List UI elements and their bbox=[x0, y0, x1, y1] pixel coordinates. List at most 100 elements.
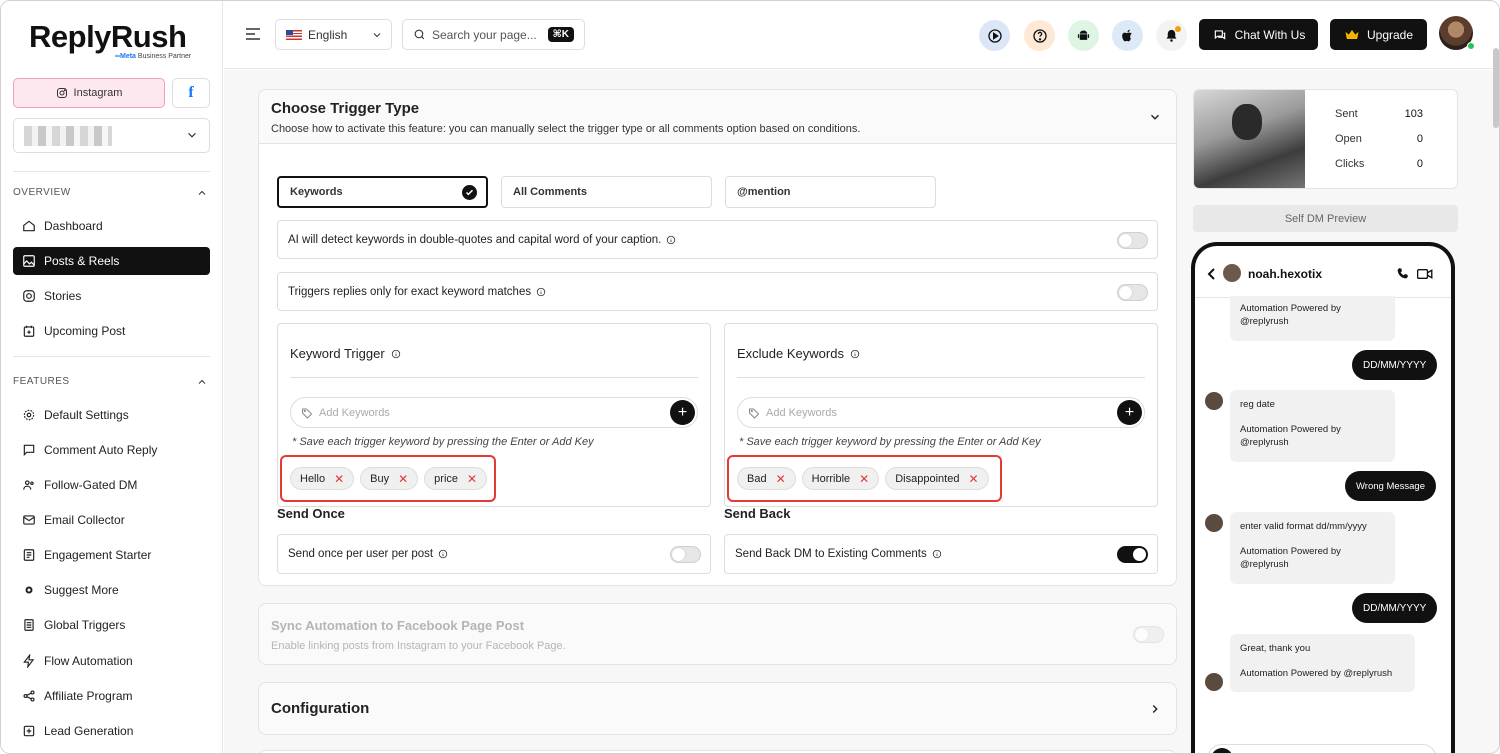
instagram-icon bbox=[23, 290, 35, 302]
sync-toggle[interactable] bbox=[1133, 626, 1164, 643]
configuration-card[interactable]: Configuration bbox=[258, 682, 1177, 735]
mail-icon bbox=[23, 515, 35, 525]
features-section-label: FEATURES bbox=[13, 376, 70, 387]
exact-match-toggle[interactable] bbox=[1117, 284, 1148, 301]
add-exclude-keyword-button[interactable]: + bbox=[1117, 400, 1142, 425]
exclude-keywords-placeholder: Add Keywords bbox=[766, 406, 837, 419]
sidebar-item-posts-reels[interactable]: Posts & Reels bbox=[13, 247, 210, 275]
info-icon[interactable] bbox=[850, 349, 860, 359]
play-tutorial-button[interactable] bbox=[979, 20, 1010, 51]
sidebar-item-flow-automation[interactable]: Flow Automation bbox=[13, 647, 210, 675]
divider bbox=[737, 377, 1145, 378]
search-input[interactable]: Search your page... ⌘K bbox=[402, 19, 585, 50]
check-circle-icon bbox=[462, 185, 477, 200]
sparkle-gear-icon bbox=[25, 586, 33, 594]
instagram-tab-button[interactable]: Instagram bbox=[13, 78, 165, 108]
facebook-tab-button[interactable]: f bbox=[172, 78, 210, 108]
sidebar-item-label: Global Triggers bbox=[44, 618, 126, 632]
comment-icon bbox=[23, 444, 35, 457]
apple-icon bbox=[1121, 29, 1132, 42]
remove-chip-icon[interactable]: ✕ bbox=[467, 472, 477, 486]
dm-message-user: Wrong Message bbox=[1345, 471, 1436, 501]
phone-icon[interactable] bbox=[1396, 267, 1409, 280]
scrollbar-thumb[interactable] bbox=[1493, 48, 1499, 128]
sidebar-item-label: Stories bbox=[44, 289, 82, 303]
facebook-icon: f bbox=[188, 84, 194, 101]
language-select[interactable]: English bbox=[275, 19, 392, 50]
exclude-keywords-input[interactable]: Add Keywords + bbox=[737, 397, 1145, 428]
chevron-up-icon[interactable] bbox=[196, 187, 208, 199]
sidebar-item-stories[interactable]: Stories bbox=[13, 282, 210, 310]
remove-chip-icon[interactable]: ✕ bbox=[334, 472, 344, 486]
sidebar-item-label: Flow Automation bbox=[44, 654, 133, 668]
remove-chip-icon[interactable]: ✕ bbox=[398, 472, 408, 486]
remove-chip-icon[interactable]: ✕ bbox=[968, 472, 978, 486]
sidebar-item-label: Follow-Gated DM bbox=[44, 478, 138, 492]
check-icon bbox=[1137, 551, 1146, 558]
info-icon[interactable] bbox=[391, 349, 401, 359]
keyword-chip: price ✕ bbox=[424, 467, 488, 490]
dm-message-user: DD/MM/YYYY bbox=[1352, 593, 1438, 623]
upgrade-button[interactable]: Upgrade bbox=[1330, 19, 1427, 50]
trigger-option-all-comments[interactable]: All Comments bbox=[501, 176, 712, 208]
camera-icon[interactable] bbox=[1211, 748, 1233, 753]
info-icon[interactable] bbox=[536, 287, 546, 297]
ios-app-button[interactable] bbox=[1112, 20, 1143, 51]
remove-chip-icon[interactable]: ✕ bbox=[776, 472, 786, 486]
keyword-trigger-title: Keyword Trigger bbox=[290, 346, 401, 361]
trigger-card-header[interactable] bbox=[259, 90, 1176, 144]
notifications-button[interactable] bbox=[1156, 20, 1187, 51]
sidebar-item-suggest-more[interactable]: Suggest More bbox=[13, 576, 210, 604]
back-arrow-icon[interactable] bbox=[1207, 268, 1215, 280]
document-icon bbox=[24, 619, 34, 631]
sidebar-item-upcoming-post[interactable]: Upcoming Post bbox=[13, 317, 210, 345]
send-back-toggle[interactable] bbox=[1117, 546, 1148, 563]
dm-bot-avatar bbox=[1205, 673, 1223, 691]
ai-detect-toggle[interactable] bbox=[1117, 232, 1148, 249]
video-call-icon[interactable] bbox=[1417, 268, 1433, 280]
chat-icon bbox=[1214, 29, 1225, 40]
sidebar-item-email-collector[interactable]: Email Collector bbox=[13, 506, 210, 534]
sidebar-item-global-triggers[interactable]: Global Triggers bbox=[13, 611, 210, 639]
chevron-down-icon[interactable] bbox=[1148, 110, 1162, 124]
sidebar-item-lead-generation[interactable]: Lead Generation bbox=[13, 717, 210, 745]
trigger-option-keywords[interactable]: Keywords bbox=[277, 176, 488, 208]
post-thumbnail[interactable] bbox=[1194, 90, 1305, 188]
exclude-chip: Horrible ✕ bbox=[801, 467, 880, 490]
info-icon[interactable] bbox=[666, 235, 676, 245]
exclude-keywords-title: Exclude Keywords bbox=[737, 346, 860, 361]
trigger-option-mention[interactable]: @mention bbox=[725, 176, 936, 208]
keyword-trigger-input[interactable]: Add Keywords + bbox=[290, 397, 698, 428]
search-placeholder: Search your page... bbox=[432, 27, 537, 42]
chat-with-us-button[interactable]: Chat With Us bbox=[1199, 19, 1318, 50]
sidebar-item-label: Engagement Starter bbox=[44, 548, 152, 562]
add-keyword-button[interactable]: + bbox=[670, 400, 695, 425]
send-once-toggle[interactable] bbox=[670, 546, 701, 563]
info-icon[interactable] bbox=[438, 549, 448, 559]
dm-message-input[interactable] bbox=[1207, 744, 1437, 753]
sidebar-item-comment-auto-reply[interactable]: Comment Auto Reply bbox=[13, 436, 210, 464]
keyword-trigger-hint: * Save each trigger keyword by pressing … bbox=[292, 436, 594, 448]
send-once-label: Send once per user per post bbox=[288, 548, 434, 560]
sync-title: Sync Automation to Facebook Page Post bbox=[271, 618, 525, 633]
self-dm-preview-button[interactable]: Self DM Preview bbox=[1193, 205, 1458, 232]
help-button[interactable] bbox=[1024, 20, 1055, 51]
remove-chip-icon[interactable]: ✕ bbox=[859, 472, 869, 486]
sidebar: ReplyRush ∞Meta Business Partner Instagr… bbox=[1, 1, 223, 753]
trigger-option-label: Keywords bbox=[290, 186, 343, 198]
calendar-icon bbox=[23, 325, 35, 337]
sidebar-item-affiliate-program[interactable]: Affiliate Program bbox=[13, 682, 210, 710]
sidebar-item-follow-gated-dm[interactable]: Follow-Gated DM bbox=[13, 471, 210, 499]
info-icon[interactable] bbox=[932, 549, 942, 559]
sidebar-item-engagement-starter[interactable]: Engagement Starter bbox=[13, 541, 210, 569]
notification-dot bbox=[1175, 26, 1181, 32]
chat-with-us-label: Chat With Us bbox=[1234, 27, 1306, 42]
trigger-card-description: Choose how to activate this feature: you… bbox=[271, 123, 861, 135]
stat-value: 103 bbox=[1404, 108, 1423, 120]
account-select[interactable] bbox=[13, 118, 210, 153]
sidebar-item-dashboard[interactable]: Dashboard bbox=[13, 212, 210, 240]
android-app-button[interactable] bbox=[1068, 20, 1099, 51]
chevron-up-icon[interactable] bbox=[196, 376, 208, 388]
menu-icon[interactable] bbox=[245, 27, 261, 41]
sidebar-item-default-settings[interactable]: Default Settings bbox=[13, 401, 210, 429]
